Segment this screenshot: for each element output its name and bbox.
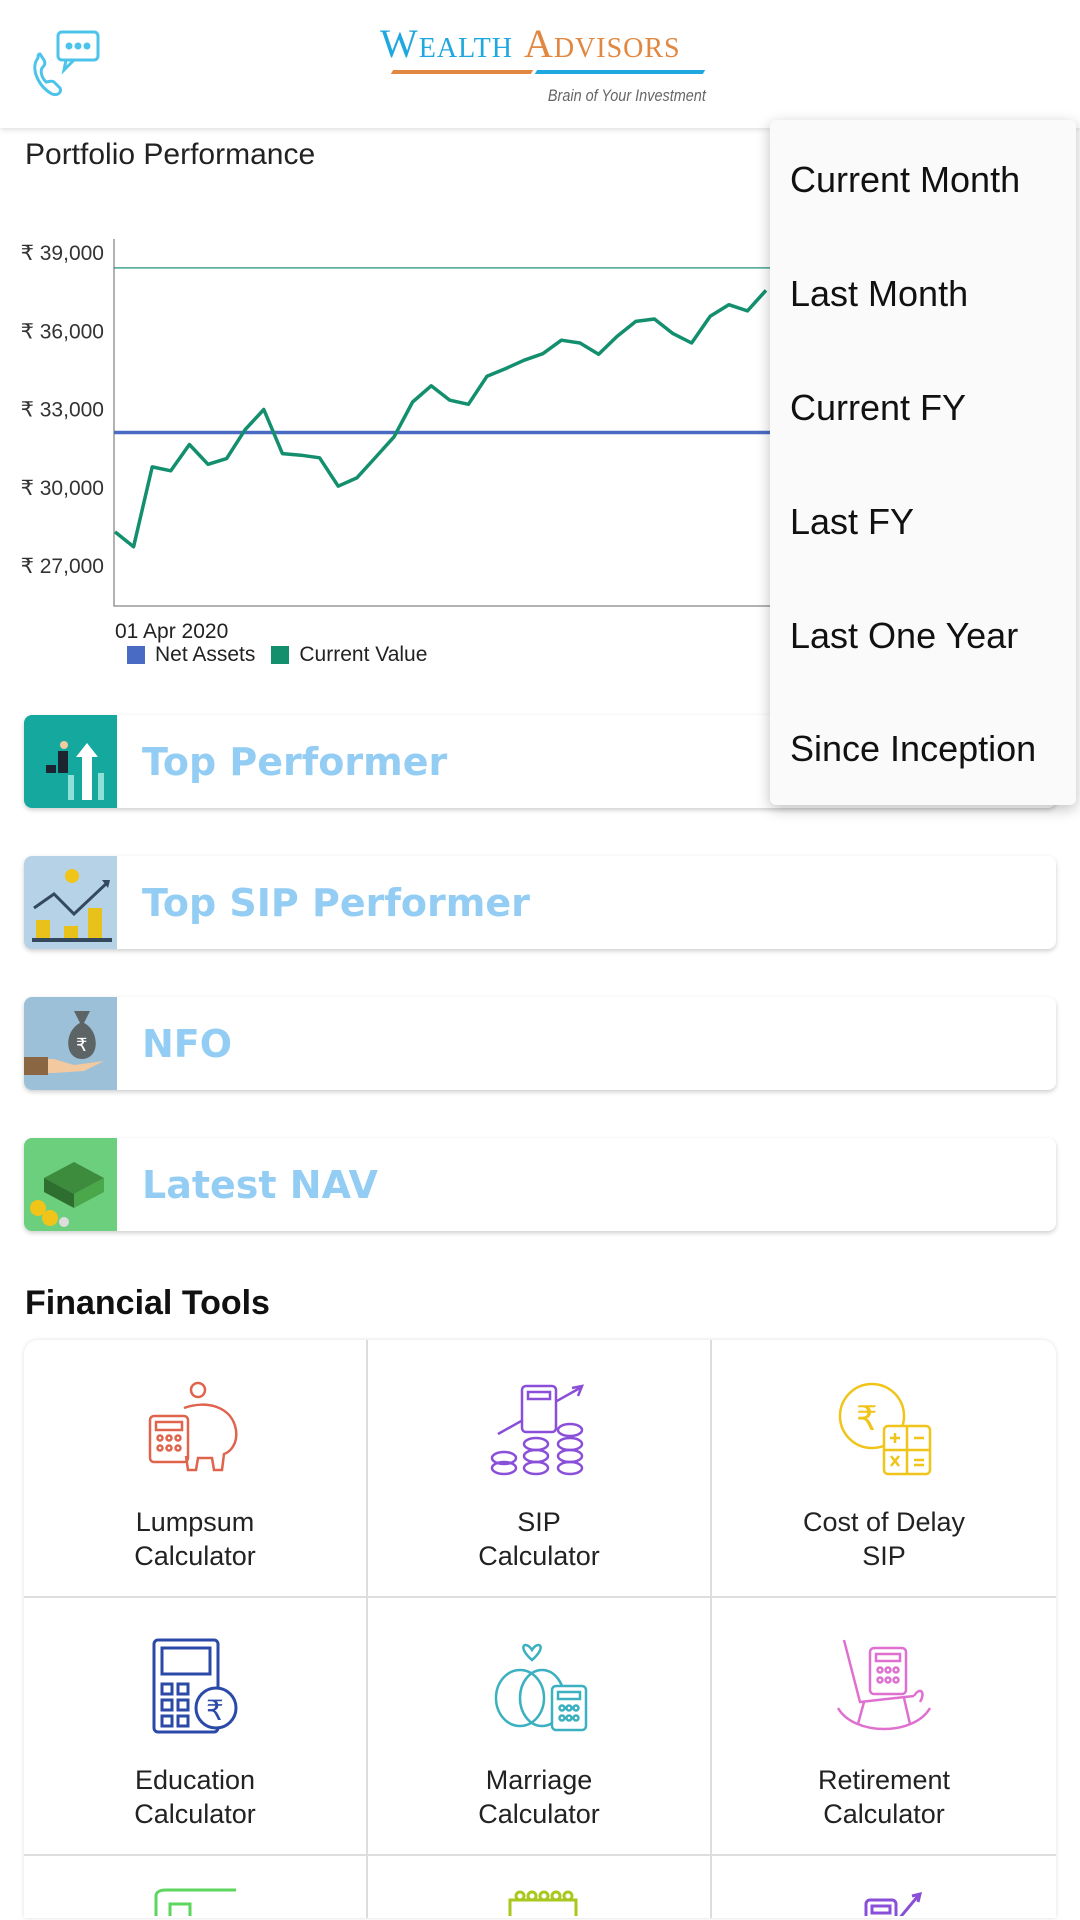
menu-item-current-month[interactable]: Current Month (790, 150, 1020, 210)
menu-item-last-month[interactable]: Last Month (790, 264, 968, 324)
tool-label: Retirement Calculator (817, 1765, 951, 1829)
tool-item-9[interactable] (712, 1856, 1056, 1918)
tool-marriage-calculator[interactable]: Marriage Calculator (368, 1598, 712, 1856)
rocking-chair-icon (836, 1639, 932, 1731)
tool-label: Education Calculator (134, 1765, 256, 1829)
latest-nav-card[interactable]: Latest NAV (24, 1138, 1056, 1231)
logo-word-wealth: Wealth (380, 21, 513, 66)
tool-education-calculator[interactable]: ₹ Education Calculator (24, 1598, 368, 1856)
y-tick-label: ₹ 30,000 (21, 477, 104, 500)
y-tick-label: ₹ 39,000 (21, 242, 104, 265)
brand-logo: Wealth Advisors Brain of Your Investment (380, 14, 710, 114)
y-tick-label: ₹ 27,000 (21, 555, 104, 578)
tool-label: SIP Calculator (478, 1507, 600, 1571)
y-tick-label: ₹ 36,000 (21, 320, 104, 343)
legend-net-assets: Net Assets (155, 643, 256, 666)
tool-icon-9 (864, 1891, 923, 1916)
rupee-calculator-icon: ₹ (838, 1382, 932, 1476)
top-sip-performer-card[interactable]: Top SIP Performer (24, 856, 1056, 949)
money-bag-icon: ₹ (24, 997, 117, 1090)
tool-item-8[interactable] (368, 1856, 712, 1918)
logo-word-advisors: Advisors (523, 21, 681, 66)
chart-title: Portfolio Performance (25, 138, 316, 171)
financial-tools-grid: Lumpsum Calculator SIP Calculator ₹ Cost… (24, 1340, 1056, 1918)
current-value-line (113, 289, 768, 549)
tool-label: Lumpsum Calculator (134, 1507, 256, 1571)
legend-current-value: Current Value (299, 643, 428, 666)
menu-item-since-inception[interactable]: Since Inception (790, 719, 1036, 779)
logo-tagline: Brain of Your Investment (548, 86, 706, 105)
tool-icon-8 (508, 1890, 578, 1916)
cash-stack-icon (24, 1138, 117, 1231)
piggy-bank-calculator-icon (148, 1381, 238, 1472)
tool-label: Marriage Calculator (478, 1765, 600, 1829)
menu-item-last-one-year[interactable]: Last One Year (790, 606, 1018, 666)
tool-retirement-calculator[interactable]: Retirement Calculator (712, 1598, 1056, 1856)
rings-calculator-icon (494, 1643, 588, 1732)
menu-item-current-fy[interactable]: Current FY (790, 378, 966, 438)
tool-label: Cost of Delay SIP (802, 1507, 966, 1571)
businessman-growth-icon (24, 715, 117, 808)
menu-item-last-fy[interactable]: Last FY (790, 492, 914, 552)
tool-cost-of-delay-sip[interactable]: ₹ Cost of Delay SIP (712, 1340, 1056, 1598)
svg-text:₹: ₹ (206, 1694, 224, 1727)
coins-growth-icon (24, 856, 117, 949)
top-performer-label: Top Performer (142, 739, 448, 784)
top-sip-performer-label: Top SIP Performer (142, 880, 530, 925)
tool-sip-calculator[interactable]: SIP Calculator (368, 1340, 712, 1598)
tool-item-7[interactable] (24, 1856, 368, 1918)
calculator-rupee-icon: ₹ (152, 1638, 238, 1734)
chart-legend: Net Assets Current Value (127, 643, 427, 667)
phone-chat-icon[interactable] (28, 28, 104, 98)
tool-icon-7 (154, 1888, 236, 1916)
nfo-card[interactable]: ₹ NFO (24, 997, 1056, 1090)
app-header: Wealth Advisors Brain of Your Investment (0, 0, 1080, 128)
legend-swatch-net-assets (127, 646, 145, 664)
x-tick-label: 01 Apr 2020 (115, 620, 228, 643)
financial-tools-heading: Financial Tools (25, 1284, 270, 1322)
legend-swatch-current-value (271, 646, 290, 664)
nfo-label: NFO (142, 1021, 233, 1066)
y-tick-label: ₹ 33,000 (21, 399, 104, 422)
svg-text:₹: ₹ (76, 1035, 87, 1056)
latest-nav-label: Latest NAV (142, 1162, 378, 1207)
tool-lumpsum-calculator[interactable]: Lumpsum Calculator (24, 1340, 368, 1598)
coins-calculator-icon (490, 1384, 585, 1476)
svg-text:₹: ₹ (856, 1399, 878, 1439)
period-dropdown-menu: Current Month Last Month Current FY Last… (770, 120, 1076, 805)
